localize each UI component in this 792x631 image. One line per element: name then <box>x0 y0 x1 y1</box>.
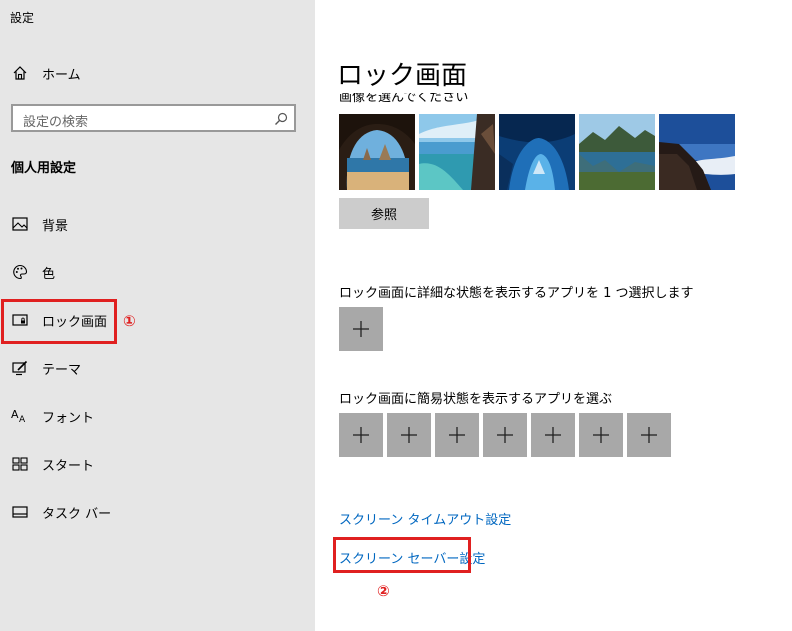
plus-icon <box>545 427 561 443</box>
sidebar: 設定 ホーム 設定の検索 個人用設定 背景 色 ロック画面 テーマ A A フォ… <box>0 0 315 631</box>
plus-icon <box>353 321 369 337</box>
quick-status-add-button[interactable] <box>435 413 479 457</box>
screen-timeout-link[interactable]: スクリーン タイムアウト設定 <box>339 509 511 528</box>
sidebar-item-start[interactable]: スタート <box>0 444 315 484</box>
quick-status-add-button[interactable] <box>339 413 383 457</box>
quick-status-add-button[interactable] <box>387 413 431 457</box>
thumbnail-sea-of-clouds[interactable] <box>659 114 735 190</box>
sidebar-item-label: フォント <box>42 410 95 426</box>
taskbar-icon <box>10 502 30 522</box>
thumbnail-ocean-coast[interactable] <box>419 114 495 190</box>
thumbnail-mountain-lake[interactable] <box>579 114 655 190</box>
svg-text:A: A <box>19 415 26 424</box>
theme-icon <box>10 358 30 378</box>
annotation-box-1 <box>1 299 117 344</box>
sidebar-item-taskbar[interactable]: タスク バー <box>0 492 315 532</box>
plus-icon <box>497 427 513 443</box>
sidebar-item-font[interactable]: AA フォント <box>0 396 315 436</box>
sidebar-item-label: 背景 <box>42 218 69 234</box>
thumbnail-ice-cave[interactable] <box>499 114 575 190</box>
quick-status-add-button[interactable] <box>483 413 527 457</box>
sidebar-item-theme[interactable]: テーマ <box>0 348 315 388</box>
quick-status-add-button[interactable] <box>627 413 671 457</box>
section-title: 個人用設定 <box>11 161 77 176</box>
sidebar-item-home[interactable]: ホーム <box>0 53 315 93</box>
sidebar-item-label: ホーム <box>42 67 81 83</box>
browse-button[interactable]: 参照 <box>339 198 429 229</box>
plus-icon <box>401 427 417 443</box>
plus-icon <box>641 427 657 443</box>
annotation-number-1: ① <box>123 312 136 330</box>
plus-icon <box>449 427 465 443</box>
page-title: ロック画面 <box>337 61 468 91</box>
detailed-status-label: ロック画面に詳細な状態を表示するアプリを 1 つ選択します <box>339 286 694 301</box>
search-icon <box>274 111 288 130</box>
quick-status-label: ロック画面に簡易状態を表示するアプリを選ぶ <box>339 392 613 407</box>
window-title: 設定 <box>10 11 35 25</box>
search-placeholder: 設定の検索 <box>23 115 89 130</box>
main-panel: 画像を選んでください ロック画面 参照 ロック画面に詳細な状態を表示するアプリを… <box>315 0 792 631</box>
detailed-status-add-button[interactable] <box>339 307 383 351</box>
thumbnail-cave-beach[interactable] <box>339 114 415 190</box>
palette-icon <box>10 262 30 282</box>
quick-status-add-button[interactable] <box>531 413 575 457</box>
font-icon: AA <box>10 406 30 426</box>
sidebar-item-background[interactable]: 背景 <box>0 204 315 244</box>
plus-icon <box>593 427 609 443</box>
annotation-number-2: ② <box>377 582 390 600</box>
plus-icon <box>353 427 369 443</box>
sidebar-item-label: 色 <box>42 266 56 282</box>
start-icon <box>10 454 30 474</box>
annotation-box-2 <box>333 537 471 573</box>
search-input[interactable]: 設定の検索 <box>11 104 296 132</box>
sidebar-item-color[interactable]: 色 <box>0 252 315 292</box>
svg-text:A: A <box>11 408 19 421</box>
picture-icon <box>10 214 30 234</box>
sidebar-item-label: テーマ <box>42 362 82 378</box>
home-icon <box>10 63 30 83</box>
sidebar-item-label: タスク バー <box>42 506 112 522</box>
sidebar-item-label: スタート <box>42 458 95 474</box>
quick-status-add-button[interactable] <box>579 413 623 457</box>
